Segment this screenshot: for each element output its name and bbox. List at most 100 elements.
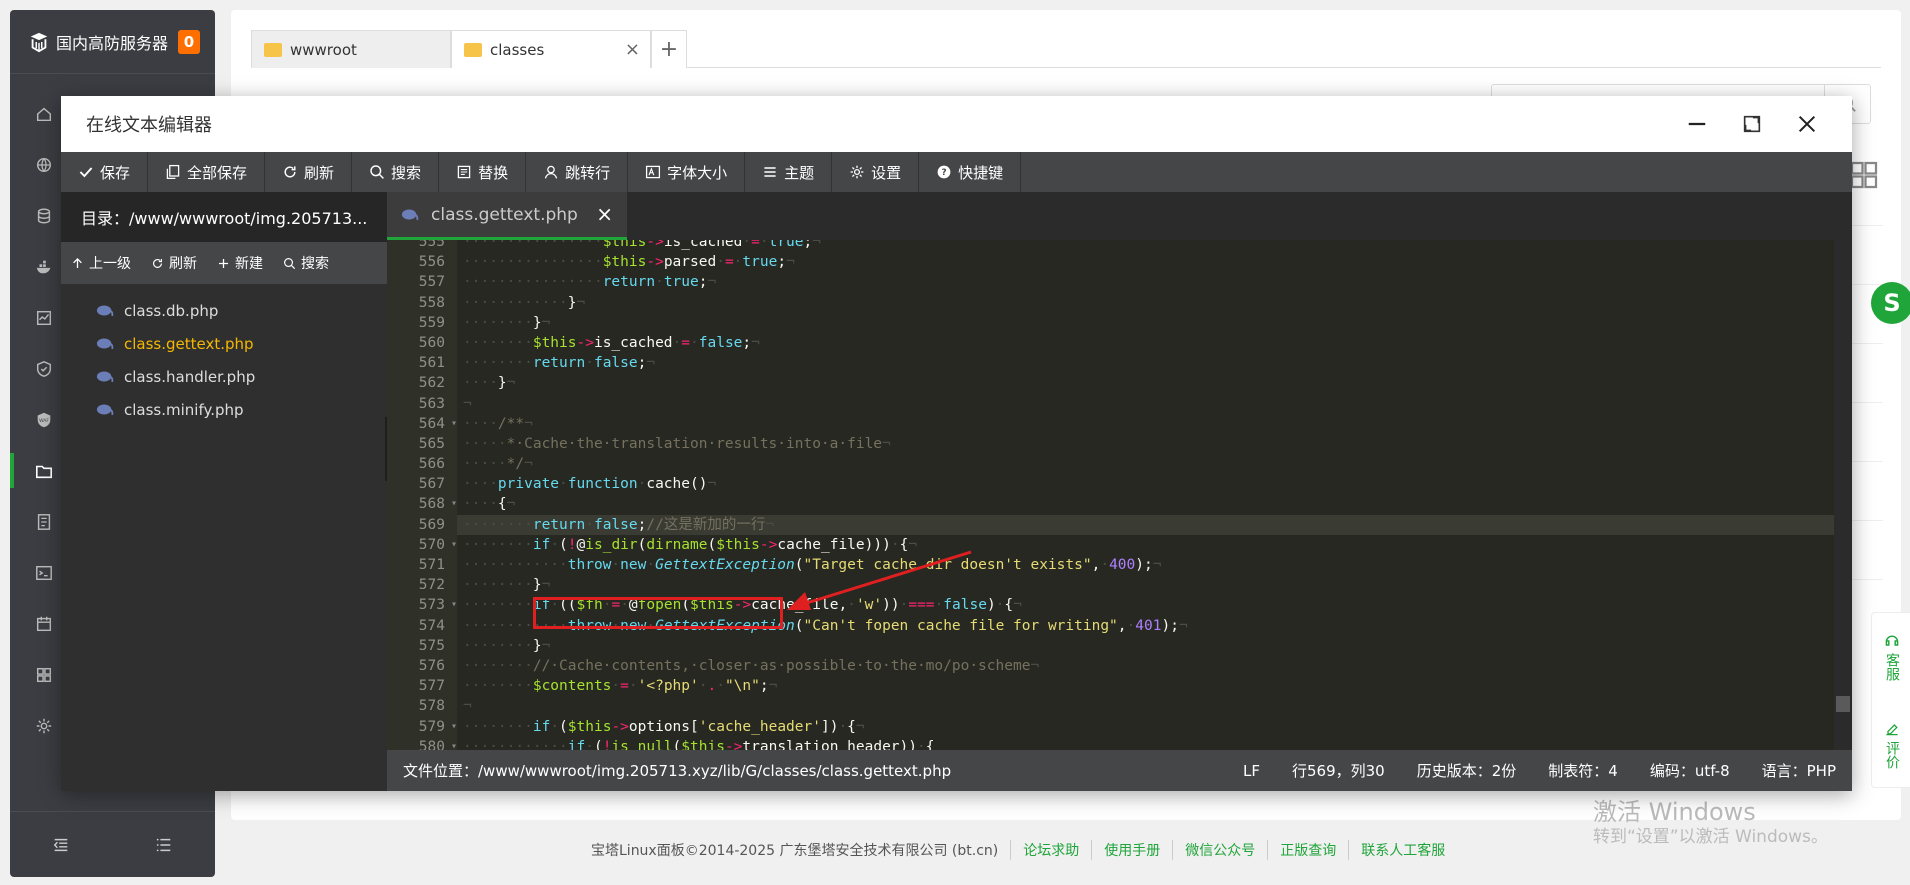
code-token: parsed — [663, 254, 717, 271]
code-token: · — [759, 240, 769, 250]
editor-tab-active[interactable]: class.gettext.php × — [387, 192, 627, 240]
line-number: 571 — [418, 557, 445, 573]
code-token: ········ — [463, 678, 533, 695]
scrollbar-thumb[interactable] — [1836, 696, 1850, 712]
file-action-3[interactable]: 搜索 — [273, 253, 339, 273]
file-list: class.db.php class.gettext.php class.handl… — [61, 284, 387, 426]
file-location: 文件位置：/www/wwwroot/img.205713.xyz/lib/G/c… — [403, 762, 952, 780]
minimize-button[interactable] — [1669, 108, 1724, 140]
code-token: is_cached — [663, 240, 743, 250]
code-token: throw — [567, 557, 612, 573]
footer-link-manual[interactable]: 使用手册 — [1091, 840, 1160, 860]
file-list-item[interactable]: class.gettext.php — [61, 327, 387, 360]
menu-icon — [764, 167, 776, 177]
bt-logo-icon — [30, 32, 48, 52]
code-token: ········ — [463, 516, 533, 533]
customer-service-button[interactable]: 客服 — [1872, 613, 1910, 701]
line-number: 559 — [418, 314, 445, 331]
code-token: ····· — [463, 456, 507, 473]
code-token: } — [532, 314, 542, 331]
file-list-item[interactable]: class.minify.php — [61, 393, 387, 426]
code-token: ················ — [463, 240, 603, 250]
dir-tab-wwwroot[interactable]: wwwroot — [251, 30, 451, 68]
svg-text:WAF: WAF — [39, 417, 49, 423]
help-icon: ? — [937, 165, 951, 179]
code-token: ········ — [463, 536, 533, 553]
toolbar-button-9[interactable]: ? 快捷键 — [919, 152, 1022, 192]
cursor-position[interactable]: 行569，列30 — [1276, 760, 1401, 781]
maximize-button[interactable] — [1724, 108, 1779, 140]
line-number: 561 — [418, 355, 445, 372]
code-token: ¬ — [541, 577, 551, 594]
footer-link-support[interactable]: 联系人工客服 — [1348, 840, 1445, 860]
close-modal-button[interactable] — [1779, 108, 1834, 140]
file-list-item[interactable]: class.handler.php — [61, 360, 387, 393]
grid-view-icon[interactable] — [1849, 160, 1879, 190]
brand[interactable]: 国内高防服务器 0 — [10, 10, 215, 74]
toolbar-button-1[interactable]: 全部保存 — [148, 152, 266, 192]
code-token: new — [620, 557, 647, 573]
code-token: . — [707, 678, 717, 695]
code-editor[interactable]: ················$this->is_cached·=·true;… — [457, 240, 1834, 750]
add-tab-button[interactable]: + — [651, 30, 687, 68]
annotation-arrow-icon — [787, 550, 972, 610]
line-number: 556 — [418, 254, 445, 271]
editor-scrollbar[interactable] — [1834, 240, 1852, 750]
code-token: ¬ — [524, 456, 533, 473]
close-tab-icon[interactable]: × — [596, 202, 613, 226]
code-token: · — [917, 738, 926, 750]
toolbar-button-2[interactable]: 刷新 — [265, 152, 353, 192]
code-line: ············throw·new·GettextException("… — [457, 555, 1834, 575]
file-encoding[interactable]: 编码：utf-8 — [1634, 760, 1746, 781]
assistant-logo-icon[interactable]: S — [1871, 282, 1910, 324]
footer-link-wechat[interactable]: 微信公众号 — [1172, 840, 1255, 860]
code-token: · — [611, 557, 621, 573]
toolbar-button-8[interactable]: 设置 — [832, 152, 920, 192]
editor-toolbar: 保存 全部保存 刷新 搜索 替换 跳转行 字体大小 主题 设置? 快捷键 — [61, 152, 1852, 192]
folder-icon — [264, 42, 282, 57]
globe-icon — [36, 157, 52, 172]
file-action-0[interactable]: 上一级 — [61, 253, 141, 273]
code-token: */ — [506, 456, 525, 473]
toolbar-button-4[interactable]: 替换 — [439, 152, 527, 192]
code-token: -> — [646, 240, 664, 250]
shield-icon — [36, 360, 52, 377]
alert-count-badge[interactable]: 0 — [178, 29, 201, 54]
history-versions[interactable]: 历史版本：2份 — [1401, 760, 1533, 781]
toolbar-button-7[interactable]: 主题 — [745, 152, 833, 192]
file-action-1[interactable]: 刷新 — [141, 253, 207, 273]
close-icon[interactable]: × — [625, 39, 640, 60]
code-token: $contents — [532, 678, 612, 695]
code-token: $this — [532, 334, 577, 351]
code-token: { — [497, 496, 507, 513]
file-action-2[interactable]: 新建 — [207, 253, 273, 273]
code-token: ¬ — [1030, 657, 1040, 674]
code-token: ); — [1135, 557, 1153, 573]
code-token: is_null — [611, 738, 673, 750]
toolbar-button-3[interactable]: 搜索 — [352, 152, 440, 192]
line-ending[interactable]: LF — [1227, 762, 1276, 780]
editor-body: 目录：/www/wwwroot/img.205713... 上一级 刷新 新建 搜索 … — [61, 192, 1852, 791]
code-token: ········ — [463, 637, 533, 654]
toolbar-button-0[interactable]: 保存 — [61, 152, 149, 192]
toolbar-button-6[interactable]: 字体大小 — [628, 152, 746, 192]
code-token: ; — [759, 678, 769, 695]
code-token: ¬ — [541, 637, 551, 654]
plus-icon — [218, 258, 229, 268]
toolbar-button-5[interactable]: 跳转行 — [526, 152, 629, 192]
list-menu-icon[interactable] — [155, 836, 173, 854]
footer-link-license[interactable]: 正版查询 — [1267, 840, 1336, 860]
feedback-button[interactable]: 评价 — [1872, 701, 1910, 789]
file-list-item[interactable]: class.db.php — [61, 294, 387, 327]
customer-service-label: 客服 — [1884, 653, 1900, 681]
code-token: · — [585, 738, 594, 750]
code-token: ········ — [463, 355, 533, 372]
code-token: · — [559, 476, 568, 493]
footer-link-forum[interactable]: 论坛求助 — [1010, 840, 1079, 860]
code-line: ········//·Cache·contents,·closer·as·pos… — [457, 656, 1834, 676]
file-language[interactable]: 语言：PHP — [1746, 760, 1852, 781]
dir-tab-classes[interactable]: classes × — [451, 30, 651, 68]
code-token: is_dir — [585, 536, 638, 553]
tab-size[interactable]: 制表符：4 — [1532, 760, 1634, 781]
collapse-sidebar-icon[interactable] — [52, 836, 70, 854]
